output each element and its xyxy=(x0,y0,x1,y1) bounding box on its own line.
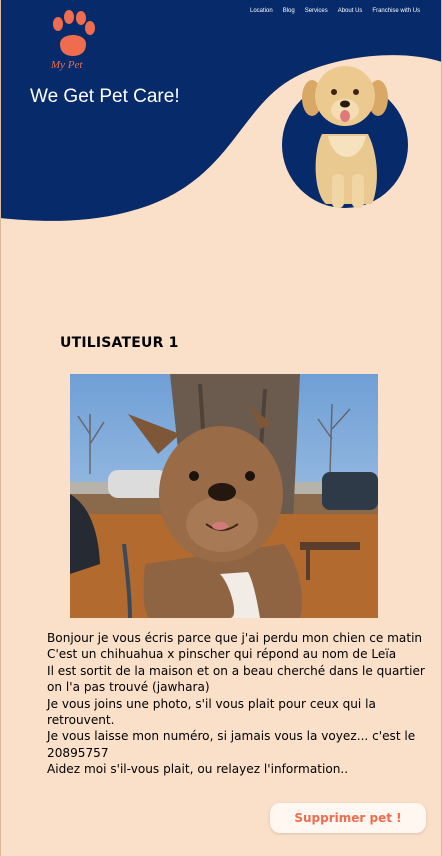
post-line: C'est un chihuahua x pinscher qui répond… xyxy=(47,647,397,662)
lost-dog-photo xyxy=(70,374,378,618)
post-body: Bonjour je vous écris parce que j'ai per… xyxy=(47,630,432,778)
golden-retriever-illustration xyxy=(302,66,388,208)
post-line: Il est sortit de la maison et on a beau … xyxy=(47,663,429,695)
nav-services[interactable]: Services xyxy=(305,8,328,14)
nav-franchise[interactable]: Franchise with Us xyxy=(372,8,420,14)
logo[interactable]: My Pet xyxy=(42,8,104,72)
nav-location[interactable]: Location xyxy=(250,8,273,14)
hero-title: We Get Pet Care! xyxy=(30,86,180,107)
post-line: Bonjour je vous écris parce que j'ai per… xyxy=(47,631,423,645)
post-line: Je vous joins une photo, s'il vous plait… xyxy=(47,696,380,728)
nav-blog[interactable]: Blog xyxy=(283,8,295,14)
delete-pet-button[interactable]: Supprimer pet ! xyxy=(270,803,426,833)
top-nav: Location Blog Services About Us Franchis… xyxy=(250,8,420,14)
hero-dog-image xyxy=(282,66,408,208)
nav-about-us[interactable]: About Us xyxy=(338,8,363,14)
post-line: Aidez moi s'il-vous plait, ou relayez l'… xyxy=(47,762,349,777)
post-title: UTILISATEUR 1 xyxy=(60,335,179,351)
paw-logo-icon: My Pet xyxy=(50,10,95,71)
post-line: Je vous laisse mon numéro, si jamais vou… xyxy=(47,729,420,760)
logo-text: My Pet xyxy=(50,59,83,71)
